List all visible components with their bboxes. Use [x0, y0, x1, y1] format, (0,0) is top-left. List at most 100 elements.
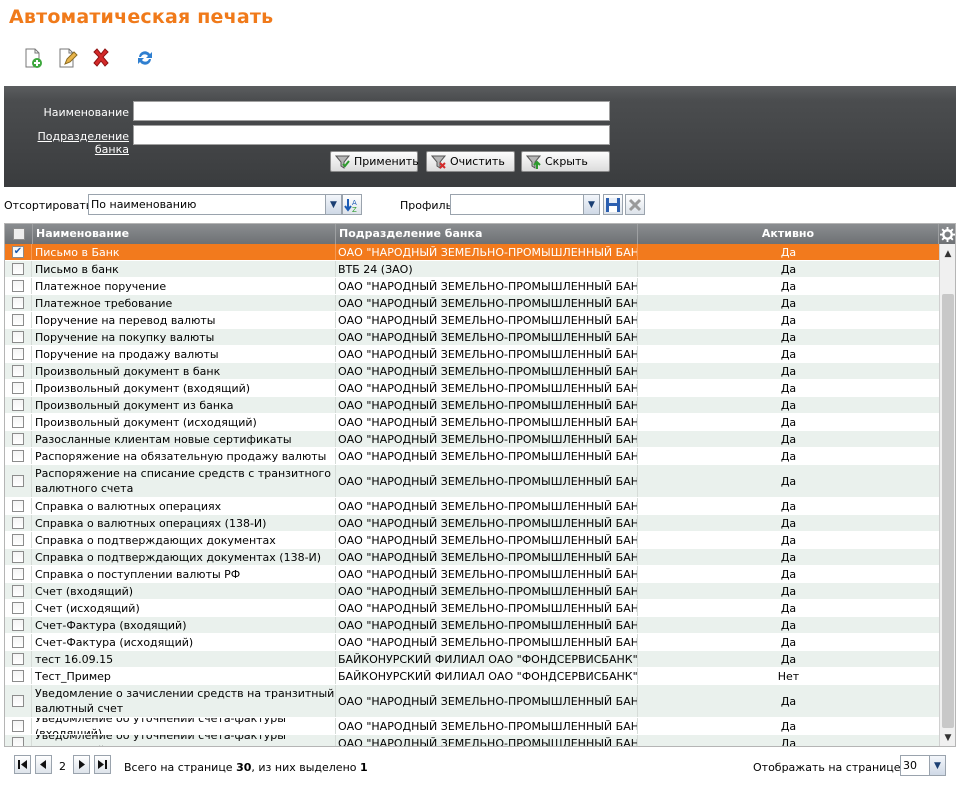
- row-checkbox[interactable]: [12, 585, 24, 597]
- refresh-icon[interactable]: [134, 47, 156, 69]
- table-row[interactable]: Уведомление об уточнении счета-фактуры (…: [5, 718, 939, 735]
- row-checkbox[interactable]: [12, 399, 24, 411]
- table-row[interactable]: Счет-Фактура (входящий) ОАО "НАРОДНЫЙ ЗЕМ…: [5, 617, 939, 634]
- row-checkbox[interactable]: [12, 636, 24, 648]
- table-row[interactable]: Платежное поручение ОАО "НАРОДНЫЙ ЗЕМЕЛЬН…: [5, 278, 939, 295]
- documents-grid: Наименование Подразделение банка Активно…: [4, 223, 956, 747]
- sort-select[interactable]: По наименованию ▼: [88, 194, 342, 215]
- table-row[interactable]: Справка о валютных операциях (138-И) ОАО …: [5, 515, 939, 532]
- column-header-name[interactable]: Наименование: [33, 224, 336, 244]
- row-checkbox[interactable]: [12, 314, 24, 326]
- per-page-select[interactable]: 30 ▼: [900, 755, 946, 776]
- division-filter-label[interactable]: Подразделение банка: [4, 130, 129, 156]
- row-checkbox[interactable]: [12, 534, 24, 546]
- scroll-up-icon[interactable]: ▲: [940, 246, 955, 262]
- chevron-down-icon[interactable]: ▼: [583, 195, 599, 214]
- row-division: ВТБ 24 (ЗАО): [336, 261, 638, 277]
- row-checkbox[interactable]: [12, 263, 24, 275]
- clear-button[interactable]: Очистить: [426, 151, 515, 172]
- add-icon[interactable]: [22, 47, 44, 69]
- row-checkbox[interactable]: [12, 280, 24, 292]
- row-checkbox[interactable]: [12, 551, 24, 563]
- row-name: Поручение на покупку валюты: [33, 329, 336, 345]
- grid-scrollbar[interactable]: ▲ ▼: [939, 244, 955, 746]
- gear-icon[interactable]: [939, 224, 955, 244]
- row-checkbox[interactable]: [12, 695, 24, 707]
- table-row[interactable]: Справка о поступлении валюты РФ ОАО "НАРО…: [5, 566, 939, 583]
- table-row[interactable]: тест 16.09.15 БАЙКОНУРСКИЙ ФИЛИАЛ ОАО "ФО…: [5, 651, 939, 668]
- header-checkbox[interactable]: [12, 228, 25, 240]
- next-page-icon[interactable]: [73, 755, 90, 774]
- row-checkbox[interactable]: [12, 720, 24, 732]
- table-row[interactable]: Произвольный документ (входящий) ОАО "НАР…: [5, 380, 939, 397]
- table-row[interactable]: Распоряжение на обязательную продажу вал…: [5, 448, 939, 465]
- name-filter-input[interactable]: [133, 101, 610, 121]
- table-row[interactable]: Уведомление о зачислении средств на тран…: [5, 685, 939, 718]
- table-row[interactable]: Разосланные клиентам новые сертификаты ОА…: [5, 431, 939, 448]
- row-checkbox[interactable]: [12, 653, 24, 665]
- table-row[interactable]: Справка о подтверждающих документах (138…: [5, 549, 939, 566]
- row-division: ОАО "НАРОДНЫЙ ЗЕМЕЛЬНО-ПРОМЫШЛЕННЫЙ БАНК…: [338, 295, 638, 311]
- column-header-active[interactable]: Активно: [638, 224, 939, 244]
- row-checkbox[interactable]: [12, 568, 24, 580]
- chevron-down-icon[interactable]: ▼: [325, 195, 341, 214]
- row-checkbox[interactable]: [12, 416, 24, 428]
- table-row[interactable]: ✔ Письмо в Банк ОАО "НАРОДНЫЙ ЗЕМЕЛЬНО-ПРО…: [5, 244, 939, 261]
- last-page-icon[interactable]: [94, 755, 111, 774]
- row-checkbox[interactable]: [12, 670, 24, 682]
- row-checkbox[interactable]: [12, 433, 24, 445]
- column-header-division[interactable]: Подразделение банка: [336, 224, 638, 244]
- table-row[interactable]: Счет (входящий) ОАО "НАРОДНЫЙ ЗЕМЕЛЬНО-ПР…: [5, 583, 939, 600]
- table-row[interactable]: Произвольный документ из банка ОАО "НАРОД…: [5, 397, 939, 414]
- delete-profile-icon[interactable]: [625, 194, 645, 215]
- table-row[interactable]: Произвольный документ (исходящий) ОАО "НА…: [5, 414, 939, 431]
- row-checkbox-cell: [5, 532, 32, 548]
- table-row[interactable]: Справка о валютных операциях ОАО "НАРОДНЫ…: [5, 498, 939, 515]
- select-all-checkbox[interactable]: [5, 224, 33, 244]
- scroll-down-icon[interactable]: ▼: [940, 730, 955, 746]
- delete-icon[interactable]: [90, 47, 112, 69]
- division-filter-input[interactable]: [133, 125, 610, 145]
- table-row[interactable]: Платежное требование ОАО "НАРОДНЫЙ ЗЕМЕЛЬ…: [5, 295, 939, 312]
- row-checkbox-cell: [5, 278, 32, 294]
- hide-button[interactable]: Скрыть: [521, 151, 610, 172]
- row-checkbox[interactable]: [12, 348, 24, 360]
- row-checkbox[interactable]: [12, 450, 24, 462]
- table-row[interactable]: Поручение на перевод валюты ОАО "НАРОДНЫЙ…: [5, 312, 939, 329]
- row-checkbox[interactable]: [12, 297, 24, 309]
- svg-text:Z: Z: [352, 206, 357, 213]
- row-checkbox[interactable]: [12, 517, 24, 529]
- table-row[interactable]: Справка о подтверждающих документах ОАО "…: [5, 532, 939, 549]
- row-checkbox[interactable]: [12, 602, 24, 614]
- chevron-down-icon[interactable]: ▼: [929, 756, 945, 775]
- scroll-thumb[interactable]: [942, 294, 954, 728]
- apply-button[interactable]: Применить: [330, 151, 419, 172]
- row-checkbox[interactable]: [12, 331, 24, 343]
- row-division: БАЙКОНУРСКИЙ ФИЛИАЛ ОАО "ФОНДСЕРВИСБАНК": [338, 668, 638, 684]
- row-checkbox[interactable]: [12, 382, 24, 394]
- table-row[interactable]: Поручение на покупку валюты ОАО "НАРОДНЫЙ…: [5, 329, 939, 346]
- sort-direction-icon[interactable]: AZ: [342, 194, 362, 215]
- row-checkbox-cell: ✔: [5, 244, 32, 260]
- row-checkbox[interactable]: [12, 500, 24, 512]
- table-row[interactable]: Счет (исходящий) ОАО "НАРОДНЫЙ ЗЕМЕЛЬНО-П…: [5, 600, 939, 617]
- row-checkbox[interactable]: [12, 475, 24, 487]
- row-checkbox[interactable]: [12, 619, 24, 631]
- prev-page-icon[interactable]: [35, 755, 52, 774]
- row-checkbox[interactable]: ✔: [12, 246, 24, 258]
- save-profile-icon[interactable]: [603, 194, 623, 215]
- row-checkbox[interactable]: [12, 365, 24, 377]
- table-row[interactable]: Тест_Пример БАЙКОНУРСКИЙ ФИЛИАЛ ОАО "ФОНД…: [5, 668, 939, 685]
- table-row[interactable]: Письмо в банк ВТБ 24 (ЗАО) Да: [5, 261, 939, 278]
- first-page-icon[interactable]: [14, 755, 31, 774]
- row-name: тест 16.09.15: [33, 651, 336, 667]
- row-active: Да: [780, 635, 797, 649]
- table-row[interactable]: Распоряжение на списание средств с транз…: [5, 465, 939, 498]
- profile-select[interactable]: ▼: [450, 194, 600, 215]
- table-row[interactable]: Поручение на продажу валюты ОАО "НАРОДНЫЙ…: [5, 346, 939, 363]
- table-row[interactable]: Счет-Фактура (исходящий) ОАО "НАРОДНЫЙ ЗЕ…: [5, 634, 939, 651]
- edit-icon[interactable]: [56, 47, 78, 69]
- table-row[interactable]: Произвольный документ в банк ОАО "НАРОДНЫ…: [5, 363, 939, 380]
- row-checkbox[interactable]: [12, 737, 24, 746]
- table-row[interactable]: Уведомление об уточнении счета-фактуры (…: [5, 735, 939, 746]
